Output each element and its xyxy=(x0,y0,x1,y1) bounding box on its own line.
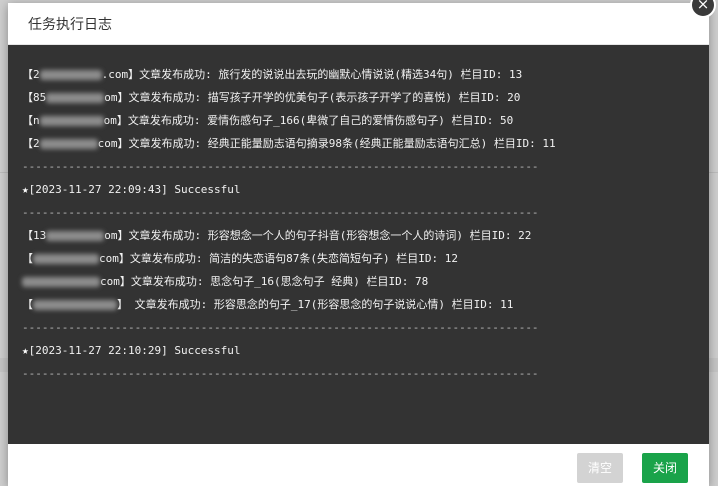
log-entry: 【13 om】文章发布成功: 形容想念一个人的句子抖音(形容想念一个人的诗词) 栏… xyxy=(22,229,532,242)
log-separator: ----------------------------------------… xyxy=(22,367,539,380)
log-separator: ----------------------------------------… xyxy=(22,160,539,173)
task-log-dialog: 任务执行日志 【2 .com】文章发布成功: 旅行发的说说出去玩的幽默心情说说(精… xyxy=(8,3,709,486)
log-status: ★[2023-11-27 22:09:43] Successful xyxy=(22,183,241,196)
log-lines: 【2 .com】文章发布成功: 旅行发的说说出去玩的幽默心情说说(精选34句) 栏… xyxy=(22,63,556,385)
close-button[interactable]: 关闭 xyxy=(642,453,688,483)
star-icon: ★ xyxy=(22,344,29,357)
redacted-site xyxy=(46,93,105,103)
clear-button[interactable]: 清空 xyxy=(577,453,623,483)
log-entry: 【2 .com】文章发布成功: 旅行发的说说出去玩的幽默心情说说(精选34句) 栏… xyxy=(22,68,523,81)
redacted-site xyxy=(46,231,105,241)
log-status: ★[2023-11-27 22:10:29] Successful xyxy=(22,344,241,357)
log-entry: 【】 文章发布成功: 形容思念的句子_17(形容思念的句子说说心情) 栏目ID:… xyxy=(22,298,514,311)
redacted-site xyxy=(22,277,100,287)
log-entry: 【2 com】文章发布成功: 经典正能量励志语句摘录98条(经典正能量励志语句汇总… xyxy=(22,137,556,150)
log-console[interactable]: 【2 .com】文章发布成功: 旅行发的说说出去玩的幽默心情说说(精选34句) 栏… xyxy=(8,45,709,444)
log-entry: 【n om】文章发布成功: 爱情伤感句子_166(卑微了自己的爱情伤感句子) 栏目… xyxy=(22,114,514,127)
dialog-header: 任务执行日志 xyxy=(8,3,709,45)
log-entry: com】文章发布成功: 思念句子_16(思念句子 经典) 栏目ID: 78 xyxy=(22,270,556,293)
redacted-site xyxy=(39,139,98,149)
redacted-site xyxy=(33,300,117,310)
log-separator: ----------------------------------------… xyxy=(22,206,539,219)
dialog-title: 任务执行日志 xyxy=(28,17,112,33)
redacted-site xyxy=(39,70,102,80)
log-entry: 【85 om】文章发布成功: 描写孩子开学的优美句子(表示孩子开学了的喜悦) 栏目… xyxy=(22,91,521,104)
star-icon: ★ xyxy=(22,183,29,196)
log-separator: ----------------------------------------… xyxy=(22,321,539,334)
redacted-site xyxy=(33,254,99,264)
dialog-footer: 清空 关闭 xyxy=(8,444,709,486)
redacted-site xyxy=(39,116,104,126)
log-entry: 【com】文章发布成功: 简洁的失恋语句87条(失恋简短句子) 栏目ID: 12 xyxy=(22,252,458,265)
